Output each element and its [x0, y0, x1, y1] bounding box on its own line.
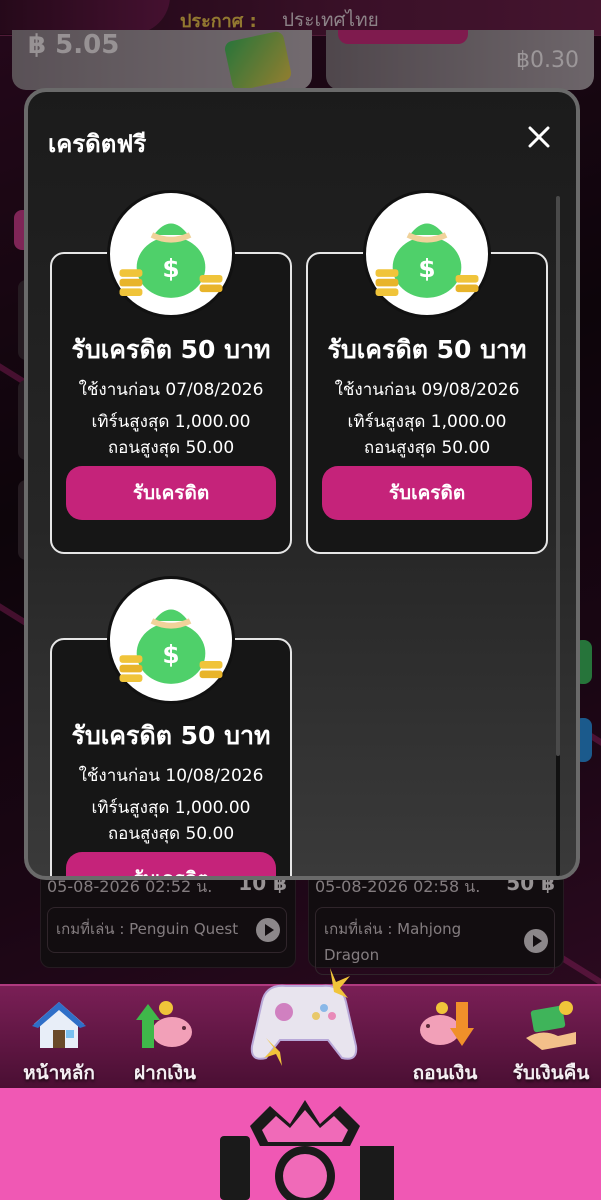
claim-credit-button[interactable]: รับเครดิต	[322, 466, 532, 520]
money-bag-badge: $	[107, 190, 235, 318]
credit-expiry: ใช้งานก่อน 07/08/2026	[78, 380, 264, 400]
svg-text:$: $	[162, 254, 179, 283]
cashback-hand-icon	[526, 1001, 576, 1050]
money-bag-icon: $	[119, 223, 223, 298]
claim-credit-button[interactable]: รับเครดิต	[66, 466, 276, 520]
nav-withdraw-label: ถอนเงิน	[412, 1062, 478, 1084]
nav-home-label: หน้าหลัก	[23, 1062, 95, 1084]
house-icon	[32, 1002, 86, 1048]
money-bag-icon: $	[375, 223, 479, 298]
nav-home[interactable]: หน้าหลัก	[4, 986, 114, 1090]
credit-max-withdraw: ถอนสูงสุด 50.00	[107, 438, 235, 458]
modal-title: เครดิตฟรี	[48, 130, 147, 158]
credit-max-turnover: เทิร์นสูงสุด 1,000.00	[91, 798, 251, 818]
credit-max-withdraw: ถอนสูงสุด 50.00	[363, 438, 491, 458]
money-bag-badge: $	[363, 190, 491, 318]
credit-card-title: รับเครดิต 50 บาท	[327, 335, 527, 364]
free-credit-modal: เครดิตฟรี $ รับเครดิต 50 บาท ใช้งานก่อน …	[24, 88, 580, 880]
credit-card: $ รับเครดิต 50 บาท ใช้งานก่อน 07/08/2026…	[50, 190, 292, 554]
nav-cashback[interactable]: รับเงินคืน	[496, 986, 601, 1090]
claim-credit-button[interactable]: รับเครดิต	[66, 852, 276, 876]
scrollbar-thumb[interactable]	[556, 196, 560, 756]
credit-max-turnover: เทิร์นสูงสุด 1,000.00	[347, 412, 507, 432]
nav-deposit-label: ฝากเงิน	[133, 1062, 197, 1084]
close-icon[interactable]	[528, 126, 550, 148]
footer-banner	[0, 1088, 601, 1200]
svg-text:$: $	[418, 254, 435, 283]
piggy-bank-deposit-icon	[136, 1001, 192, 1048]
brand-logo-icon	[220, 1100, 394, 1200]
nav-withdraw[interactable]: ถอนเงิน	[390, 986, 500, 1090]
nav-deposit[interactable]: ฝากเงิน	[110, 986, 220, 1090]
svg-text:$: $	[162, 640, 179, 669]
money-bag-icon: $	[119, 609, 223, 684]
credit-card-title: รับเครดิต 50 บาท	[71, 721, 271, 750]
credit-card: $ รับเครดิต 50 บาท ใช้งานก่อน 10/08/2026…	[50, 576, 292, 876]
nav-cashback-label: รับเงินคืน	[512, 1062, 590, 1084]
piggy-bank-withdraw-icon	[420, 1002, 474, 1046]
credit-card: $ รับเครดิต 50 บาท ใช้งานก่อน 09/08/2026…	[306, 190, 548, 554]
credit-expiry: ใช้งานก่อน 10/08/2026	[78, 766, 264, 786]
credit-card-title: รับเครดิต 50 บาท	[71, 335, 271, 364]
gamepad-icon[interactable]	[244, 962, 364, 1070]
credit-max-turnover: เทิร์นสูงสุด 1,000.00	[91, 412, 251, 432]
credit-max-withdraw: ถอนสูงสุด 50.00	[107, 824, 235, 844]
credit-expiry: ใช้งานก่อน 09/08/2026	[334, 380, 520, 400]
money-bag-badge: $	[107, 576, 235, 704]
